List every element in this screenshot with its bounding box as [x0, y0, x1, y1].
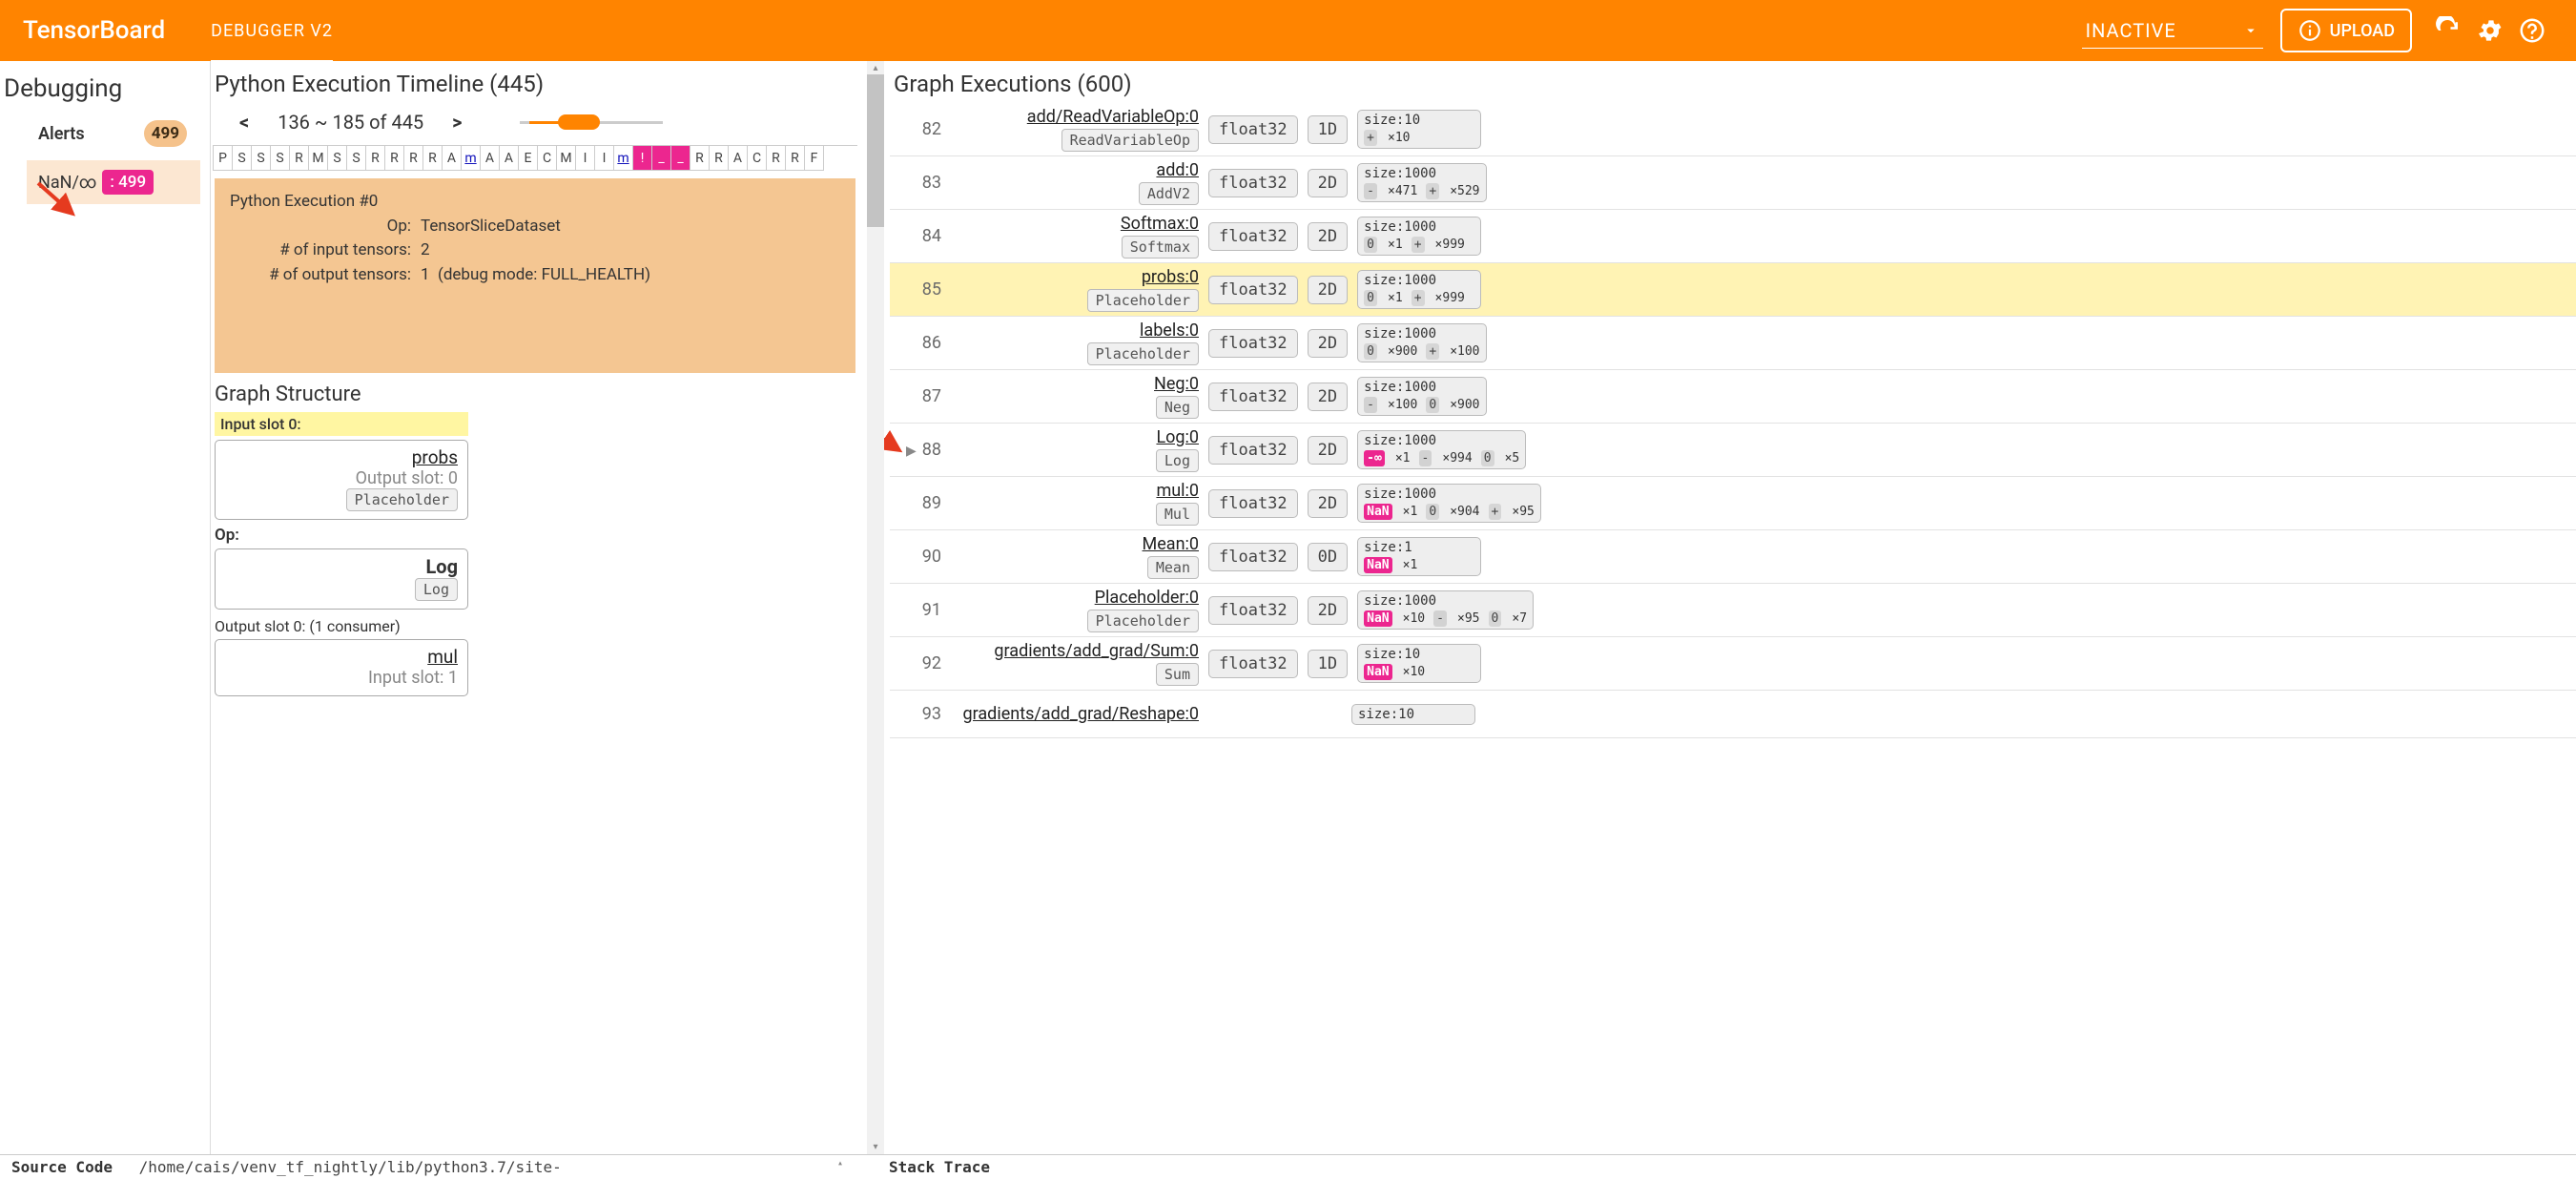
- alert-item-nan[interactable]: NaN/∞: 499: [27, 160, 200, 204]
- timeline-prev-button[interactable]: <: [239, 111, 249, 134]
- mid-scrollbar[interactable]: ▴ ▾: [867, 61, 884, 1154]
- graph-executions-panel: Graph Executions (600) 82 add/ReadVariab…: [884, 61, 2576, 1154]
- timeline-cell[interactable]: M: [309, 146, 328, 171]
- timeline-cell[interactable]: R: [385, 146, 404, 171]
- sidebar: Debugging Alerts 499 NaN/∞: 499: [0, 61, 210, 1154]
- upload-button[interactable]: UPLOAD: [2280, 9, 2412, 52]
- app-header: TensorBoard DEBUGGER V2 INACTIVE UPLOAD: [0, 0, 2576, 61]
- timeline-cell[interactable]: R: [690, 146, 710, 171]
- alerts-count-badge: 499: [144, 120, 187, 147]
- timeline-cell[interactable]: m: [614, 146, 633, 171]
- timeline-cell[interactable]: R: [710, 146, 729, 171]
- timeline-cell[interactable]: A: [481, 146, 500, 171]
- timeline-cell[interactable]: S: [347, 146, 366, 171]
- current-op-node[interactable]: Log Log: [215, 548, 468, 610]
- chevron-down-icon: [2242, 22, 2259, 39]
- timeline-range: 136 ~ 185 of 445: [278, 111, 423, 134]
- timeline-cell[interactable]: R: [404, 146, 423, 171]
- timeline-cell[interactable]: !: [633, 146, 652, 171]
- timeline-cell[interactable]: R: [366, 146, 385, 171]
- timeline-cells: PSSSRMSSRRRRAmAAECMIIm!__RRACRRF: [213, 145, 857, 171]
- timeline-title: Python Execution Timeline (445): [211, 71, 859, 103]
- timeline-cell[interactable]: S: [233, 146, 252, 171]
- input-node[interactable]: probs Output slot: 0 Placeholder: [215, 440, 468, 520]
- graph-exec-row[interactable]: ▶88 Log:0Log float32 2D size:1000-∞ ×1 -…: [890, 424, 2576, 477]
- timeline-cell[interactable]: M: [557, 146, 576, 171]
- timeline-cell[interactable]: _: [671, 146, 690, 171]
- alert-count-pill: : 499: [102, 170, 154, 195]
- gear-icon: [2476, 16, 2504, 45]
- alerts-header: Alerts 499: [0, 114, 210, 153]
- timeline-cell[interactable]: R: [786, 146, 805, 171]
- mid-panel: Python Execution Timeline (445) < 136 ~ …: [211, 61, 859, 1154]
- graph-exec-row[interactable]: 92 gradients/add_grad/Sum:0Sum float32 1…: [890, 637, 2576, 691]
- tab-debugger[interactable]: DEBUGGER V2: [211, 0, 333, 63]
- graph-exec-title: Graph Executions (600): [890, 71, 2576, 103]
- execution-detail-box: Python Execution #0 Op:TensorSliceDatase…: [215, 178, 855, 373]
- graph-exec-row[interactable]: 86 labels:0Placeholder float32 2D size:1…: [890, 317, 2576, 370]
- timeline-cell[interactable]: m: [462, 146, 481, 171]
- reload-icon: [2434, 16, 2463, 45]
- timeline-cell[interactable]: _: [652, 146, 671, 171]
- source-code-label: Source Code: [11, 1158, 113, 1176]
- info-icon: [2298, 18, 2322, 43]
- timeline-cell[interactable]: C: [748, 146, 767, 171]
- graph-exec-row[interactable]: 87 Neg:0Neg float32 2D size:1000- ×100 0…: [890, 370, 2576, 424]
- bottom-bar: Source Code /home/cais/venv_tf_nightly/l…: [0, 1154, 2576, 1179]
- source-expand-icon[interactable]: ▴: [837, 1158, 843, 1169]
- graph-exec-row[interactable]: 85 probs:0Placeholder float32 2D size:10…: [890, 263, 2576, 317]
- timeline-cell[interactable]: R: [767, 146, 786, 171]
- settings-button[interactable]: [2473, 13, 2507, 48]
- timeline-cell[interactable]: A: [443, 146, 462, 171]
- brand-title: TensorBoard: [23, 16, 165, 45]
- timeline-cell[interactable]: R: [290, 146, 309, 171]
- timeline-cell[interactable]: A: [729, 146, 748, 171]
- timeline-cell[interactable]: S: [328, 146, 347, 171]
- output-node[interactable]: mul Input slot: 1: [215, 639, 468, 696]
- timeline-cell[interactable]: E: [519, 146, 538, 171]
- timeline-cell[interactable]: C: [538, 146, 557, 171]
- timeline-cell[interactable]: F: [805, 146, 824, 171]
- timeline-cell[interactable]: A: [500, 146, 519, 171]
- graph-exec-row[interactable]: 89 mul:0Mul float32 2D size:1000NaN ×1 0…: [890, 477, 2576, 530]
- graph-exec-row[interactable]: 91 Placeholder:0Placeholder float32 2D s…: [890, 584, 2576, 637]
- page-title: Debugging: [0, 74, 210, 114]
- timeline-cell[interactable]: R: [423, 146, 443, 171]
- timeline-cell[interactable]: S: [271, 146, 290, 171]
- stack-trace-label: Stack Trace: [889, 1158, 990, 1176]
- graph-exec-row[interactable]: 82 add/ReadVariableOp:0ReadVariableOp fl…: [890, 103, 2576, 156]
- timeline-cell[interactable]: I: [595, 146, 614, 171]
- help-button[interactable]: [2515, 13, 2549, 48]
- timeline-next-button[interactable]: >: [452, 111, 462, 134]
- timeline-cell[interactable]: P: [214, 146, 233, 171]
- timeline-slider[interactable]: [491, 121, 832, 124]
- timeline-cell[interactable]: I: [576, 146, 595, 171]
- graph-exec-row[interactable]: 83 add:0AddV2 float32 2D size:1000- ×471…: [890, 156, 2576, 210]
- graph-exec-row[interactable]: 84 Softmax:0Softmax float32 2D size:1000…: [890, 210, 2576, 263]
- graph-structure-panel: Graph Structure Input slot 0: probs Outp…: [211, 373, 859, 696]
- timeline-cell[interactable]: S: [252, 146, 271, 171]
- runs-selector[interactable]: INACTIVE: [2082, 13, 2263, 49]
- source-path[interactable]: /home/cais/venv_tf_nightly/lib/python3.7…: [139, 1158, 562, 1176]
- graph-exec-row[interactable]: 93 gradients/add_grad/Reshape:0 size:10: [890, 691, 2576, 738]
- graph-exec-row[interactable]: 90 Mean:0Mean float32 0D size:1NaN ×1: [890, 530, 2576, 584]
- reload-button[interactable]: [2431, 13, 2465, 48]
- help-icon: [2518, 16, 2546, 45]
